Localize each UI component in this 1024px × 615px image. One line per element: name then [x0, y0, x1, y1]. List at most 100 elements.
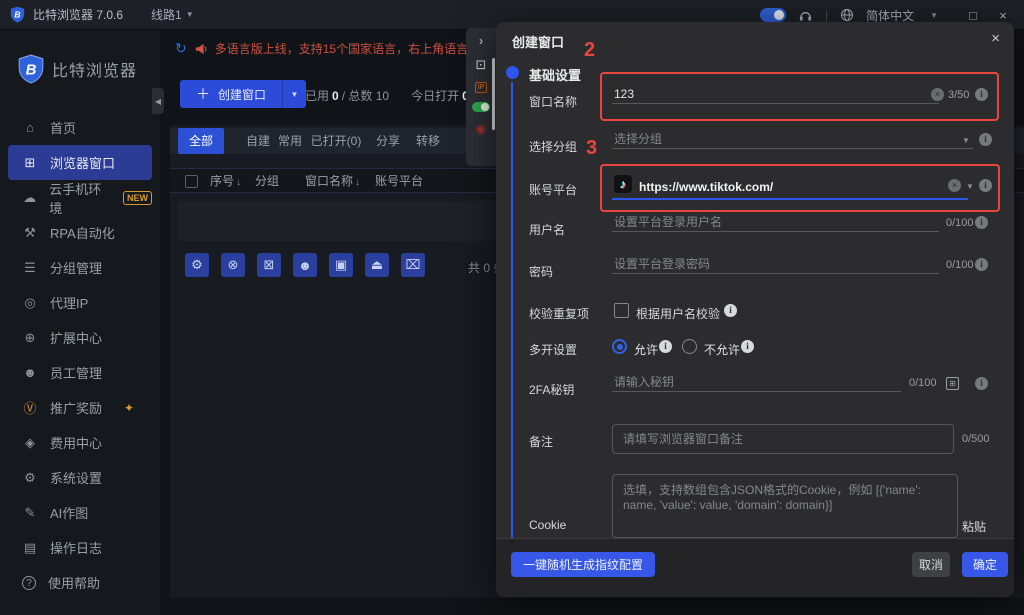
info-icon[interactable]: i	[659, 340, 672, 353]
paste-button[interactable]: 粘贴	[962, 518, 986, 535]
window-sync-icon[interactable]: ⊡	[476, 57, 487, 73]
sidebar-item-groups[interactable]: ☰分组管理	[8, 250, 152, 285]
radio-deny[interactable]	[682, 339, 697, 354]
create-window-dropdown[interactable]: ▼	[282, 80, 306, 108]
brand-logo-icon: B	[18, 54, 44, 84]
sidebar-item-browser-windows[interactable]: ⊞浏览器窗口	[8, 145, 152, 180]
window-button[interactable]: ▣	[329, 253, 353, 277]
language-selector[interactable]: 简体中文	[866, 7, 914, 24]
expand-chevron-icon[interactable]: ›	[479, 33, 483, 48]
info-icon[interactable]: i	[975, 216, 988, 229]
sidebar-item-label: 使用帮助	[48, 573, 100, 592]
extension-icon: ⊕	[22, 330, 38, 346]
scrollbar-thumb[interactable]	[492, 58, 495, 130]
username-input[interactable]	[612, 212, 939, 232]
fingerprint-icon[interactable]: ◉	[475, 121, 486, 137]
group-select[interactable]	[612, 129, 973, 149]
column-header-seq[interactable]: 序号↓	[210, 169, 241, 195]
password-input[interactable]	[612, 254, 939, 274]
sidebar-item-rpa[interactable]: ⚒RPA自动化	[8, 215, 152, 250]
language-caret-icon[interactable]: ▼	[930, 11, 938, 20]
info-icon[interactable]: i	[979, 179, 992, 192]
clear-icon[interactable]: ×	[948, 179, 961, 192]
tab-self-built[interactable]: 自建	[240, 128, 276, 154]
close-window-button[interactable]: ⊠	[257, 253, 281, 277]
confirm-button[interactable]: 确定	[962, 552, 1008, 577]
column-header-window-name[interactable]: 窗口名称↓	[305, 169, 360, 195]
generate-fingerprint-button[interactable]: 一键随机生成指纹配置	[511, 552, 655, 577]
tab-transfer[interactable]: 转移	[410, 128, 446, 154]
radio-deny-label[interactable]: 不允许	[704, 341, 740, 358]
sidebar-item-billing[interactable]: ◈费用中心	[8, 425, 152, 460]
otp-generator-icon[interactable]: ⊞	[946, 377, 959, 390]
info-icon[interactable]: i	[724, 304, 737, 317]
sidebar-item-ai-draw[interactable]: ✎AI作图	[8, 495, 152, 530]
tab-frequent[interactable]: 常用	[272, 128, 308, 154]
chevron-down-icon[interactable]: ▼	[966, 182, 974, 191]
sidebar-item-referral[interactable]: Ⓥ推广奖励✦	[8, 390, 152, 425]
chevron-down-icon[interactable]: ▼	[962, 136, 970, 145]
line-caret-icon[interactable]: ▼	[186, 10, 194, 19]
step-dot-icon	[506, 66, 519, 79]
platform-url-value[interactable]: https://www.tiktok.com/	[639, 180, 773, 194]
sidebar-item-label: 系统设置	[50, 468, 102, 487]
maximize-button[interactable]: □	[964, 8, 982, 23]
info-icon[interactable]: i	[741, 340, 754, 353]
sidebar-item-cloud-phone[interactable]: ☁云手机环境NEW	[8, 180, 152, 215]
sidebar-item-help[interactable]: ?使用帮助	[8, 565, 152, 600]
globe-icon[interactable]	[840, 8, 854, 22]
field-label-username: 用户名	[529, 221, 565, 238]
info-icon[interactable]: i	[975, 88, 988, 101]
column-header-platform[interactable]: 账号平台	[375, 169, 423, 194]
sidebar-item-staff[interactable]: ☻员工管理	[8, 355, 152, 390]
sort-down-icon[interactable]: ↓	[355, 177, 360, 188]
column-label: 账号平台	[375, 174, 423, 188]
side-mini-toolbar: › ⊡ IP ◉	[466, 28, 496, 166]
field-label-group: 选择分组	[529, 138, 577, 155]
radio-allow[interactable]	[612, 339, 627, 354]
sidebar-item-logs[interactable]: ▤操作日志	[8, 530, 152, 565]
archive-button[interactable]: ⏏	[365, 253, 389, 277]
info-icon[interactable]: i	[975, 377, 988, 390]
line-selector[interactable]: 线路1	[151, 6, 182, 23]
tab-opened[interactable]: 已打开(0)	[310, 128, 362, 154]
dialog-close-icon[interactable]: ×	[991, 30, 1000, 47]
window-name-input[interactable]	[612, 84, 939, 104]
stat-label: 今日打开	[411, 89, 459, 103]
robot-button[interactable]: ☻	[293, 253, 317, 277]
app-title: 比特浏览器 7.0.6	[33, 6, 123, 23]
tab-shared[interactable]: 分享	[370, 128, 406, 154]
sidebar-item-home[interactable]: ⌂首页	[8, 110, 152, 145]
headset-icon[interactable]	[798, 8, 813, 23]
proxy-ip-check-icon[interactable]: IP	[475, 82, 488, 93]
info-icon[interactable]: i	[975, 258, 988, 271]
close-all-button[interactable]: ⊗	[221, 253, 245, 277]
column-header-group[interactable]: 分组	[255, 169, 279, 194]
sidebar-item-proxy-ip[interactable]: ◎代理IP	[8, 285, 152, 320]
select-all-checkbox[interactable]	[185, 175, 198, 188]
sort-down-icon[interactable]: ↓	[236, 177, 241, 188]
tab-all[interactable]: 全部	[178, 128, 224, 154]
dark-mode-toggle[interactable]	[760, 8, 786, 22]
cancel-button[interactable]: 取消	[912, 552, 950, 577]
dup-check-checkbox[interactable]	[614, 303, 629, 318]
brand-name: 比特浏览器	[52, 57, 137, 81]
column-label: 窗口名称	[305, 174, 353, 188]
2fa-key-input[interactable]	[612, 372, 901, 392]
remark-input[interactable]	[612, 424, 954, 454]
info-icon[interactable]: i	[979, 133, 992, 146]
radio-allow-label[interactable]: 允许	[634, 341, 658, 358]
sidebar-item-settings[interactable]: ⚙系统设置	[8, 460, 152, 495]
window-close-button[interactable]: ×	[994, 8, 1012, 23]
sidebar-item-extensions[interactable]: ⊕扩展中心	[8, 320, 152, 355]
batch-settings-button[interactable]: ⚙	[185, 253, 209, 277]
toggle-on-icon[interactable]	[472, 102, 490, 112]
brand: B 比特浏览器	[18, 54, 137, 84]
cookie-textarea[interactable]	[612, 474, 958, 538]
create-window-button[interactable]: ＋创建窗口	[180, 80, 282, 108]
refresh-icon[interactable]: ↻	[175, 40, 187, 57]
clear-icon[interactable]: ×	[931, 88, 944, 101]
dup-check-label[interactable]: 根据用户名校验	[636, 305, 720, 322]
logs-icon: ▤	[22, 540, 38, 556]
delete-button[interactable]: ⌧	[401, 253, 425, 277]
